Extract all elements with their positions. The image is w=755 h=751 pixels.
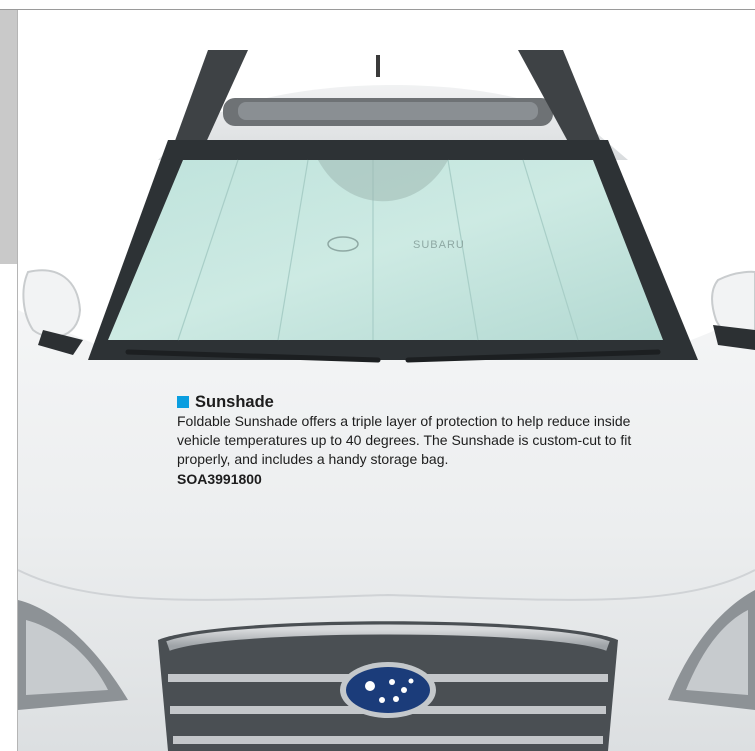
vehicle-photo: SUBARU xyxy=(18,50,755,751)
subaru-badge-icon xyxy=(340,662,436,718)
product-title: Sunshade xyxy=(195,393,274,411)
sunshade-panel: SUBARU xyxy=(108,159,663,341)
windshield-brand-text: SUBARU xyxy=(413,239,465,251)
product-description: Foldable Sunshade offers a triple layer … xyxy=(177,413,632,467)
product-caption: Sunshade Foldable Sunshade offers a trip… xyxy=(177,392,677,489)
brochure-page: SUBARU Sunshade Foldable Sunshade offers… xyxy=(0,0,755,751)
top-border xyxy=(0,0,755,10)
part-number: SOA3991800 xyxy=(177,471,262,487)
bullet-square-icon xyxy=(177,396,189,408)
caption-title-row: Sunshade xyxy=(177,392,677,412)
side-tab xyxy=(0,10,17,264)
